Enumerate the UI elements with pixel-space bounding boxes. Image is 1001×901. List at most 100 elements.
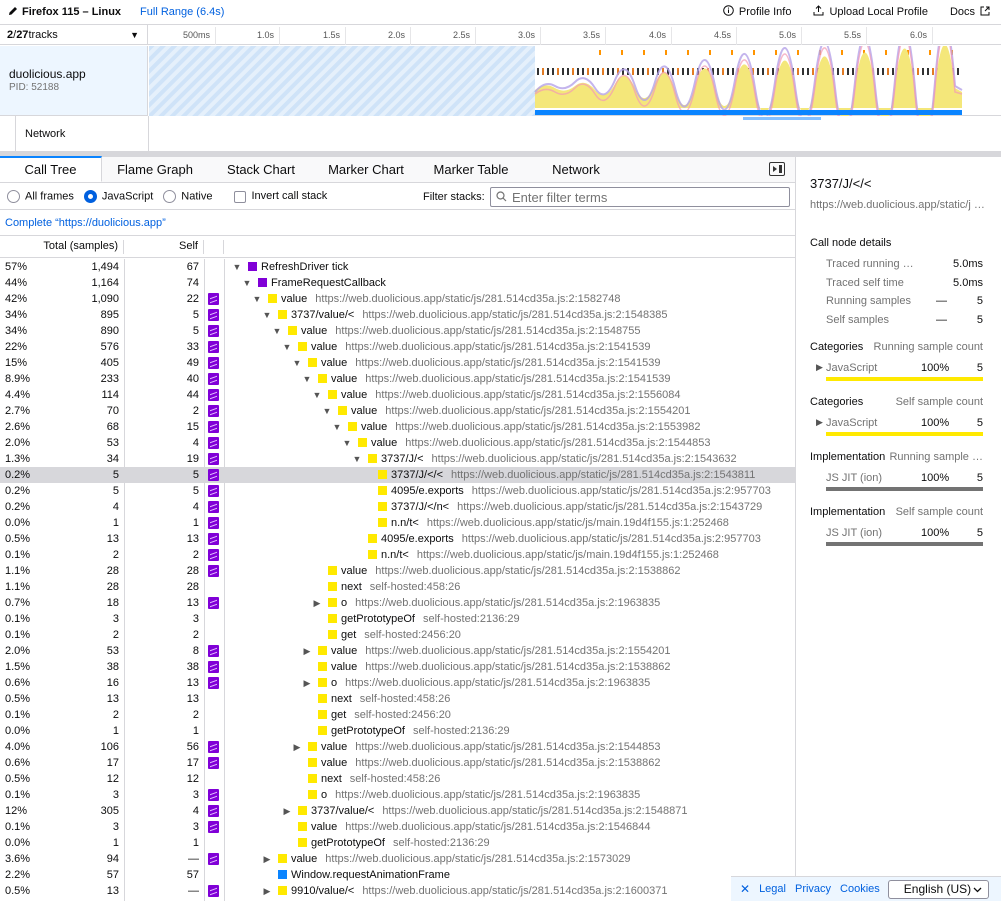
call-tree-row[interactable]: 0.1% 2 2 get self-hosted:2456:20 xyxy=(0,707,795,723)
call-tree-row[interactable]: 1.1% 28 28 next self-hosted:458:26 xyxy=(0,579,795,595)
call-tree-row[interactable]: 0.1% 2 2 get self-hosted:2456:20 xyxy=(0,627,795,643)
triangle-down-icon[interactable]: ▼ xyxy=(332,419,342,435)
track-count-button[interactable]: 2 / 27 tracks ▼ xyxy=(0,25,148,45)
invert-call-stack-checkbox[interactable] xyxy=(234,190,247,203)
call-tree-row[interactable]: 0.0% 1 1 getPrototypeOf self-hosted:2136:29 xyxy=(0,723,795,739)
triangle-right-icon[interactable]: ▶ xyxy=(302,643,312,659)
native-radio[interactable] xyxy=(163,190,177,203)
call-tree-row[interactable]: 0.1% 3 3 getPrototypeOf self-hosted:2136:29 xyxy=(0,611,795,627)
timeline-tick-line xyxy=(801,27,802,45)
call-tree-row[interactable]: 0.1% 2 2 n.n/t< https://web.duolicious.app/s… xyxy=(0,547,795,563)
triangle-down-icon[interactable]: ▼ xyxy=(312,387,322,403)
cookies-link[interactable]: Cookies xyxy=(840,883,880,895)
call-tree-row[interactable]: 0.2% 5 5 4095/e.exports https://web.duolicio… xyxy=(0,483,795,499)
process-activity-graph[interactable] xyxy=(149,23,1001,150)
tab-call-tree[interactable]: Call Tree xyxy=(0,156,102,182)
call-tree-row[interactable]: 0.5% 13 13 4095/e.exports https://web.duolic… xyxy=(0,531,795,547)
call-tree-row[interactable]: 42% 1,090 22 ▼ value https://web.duolicious.a… xyxy=(0,291,795,307)
call-tree-row[interactable]: 2.0% 53 8 ▶ value https://web.duolicious.app/… xyxy=(0,643,795,659)
triangle-right-icon[interactable]: ▶ xyxy=(282,803,292,819)
triangle-down-icon[interactable]: ▼ xyxy=(232,259,242,275)
tab-flame-graph[interactable]: Flame Graph xyxy=(102,156,208,182)
triangle-right-icon[interactable]: ▶ xyxy=(292,739,302,755)
triangle-down-icon[interactable]: ▼ xyxy=(272,323,282,339)
language-select[interactable]: English (US) xyxy=(887,879,989,899)
call-tree-row[interactable]: 3.6% 94 — ▶ value https://web.duolicious.app/… xyxy=(0,851,795,867)
call-tree-row[interactable]: 0.2% 5 5 3737/J/</< https://web.duolicious.a… xyxy=(0,467,795,483)
legal-link[interactable]: Legal xyxy=(759,883,786,895)
javascript-option[interactable]: JavaScript xyxy=(83,190,153,203)
call-tree-row[interactable]: 0.6% 16 13 ▶ o https://web.duolicious.app/sta… xyxy=(0,675,795,691)
call-tree-row[interactable]: 1.3% 34 19 ▼ 3737/J/< https://web.duolicious.… xyxy=(0,451,795,467)
full-range-breadcrumb[interactable]: Full Range (6.4s) xyxy=(140,6,224,18)
call-tree-row[interactable]: 2.7% 70 2 ▼ value https://web.duolicious.app/… xyxy=(0,403,795,419)
triangle-right-icon[interactable]: ▶ xyxy=(302,675,312,691)
call-tree-row[interactable]: 34% 890 5 ▼ value https://web.duolicious.app/… xyxy=(0,323,795,339)
call-tree-row[interactable]: 44% 1,164 74 ▼ FrameRequestCallback xyxy=(0,275,795,291)
call-tree-row[interactable]: 1.1% 28 28 value https://web.duolicious.app/… xyxy=(0,563,795,579)
timeline-tick-line xyxy=(215,27,216,45)
call-tree-row[interactable]: 0.0% 1 1 n.n/t< https://web.duolicious.app/s… xyxy=(0,515,795,531)
close-icon[interactable]: ✕ xyxy=(740,882,750,896)
call-tree-row[interactable]: 0.5% 13 13 next self-hosted:458:26 xyxy=(0,691,795,707)
all-frames-option[interactable]: All frames xyxy=(7,190,74,203)
call-tree-row[interactable]: 0.5% 12 12 next self-hosted:458:26 xyxy=(0,771,795,787)
call-tree-row[interactable]: 0.6% 17 17 value https://web.duolicious.app/… xyxy=(0,755,795,771)
call-tree-row[interactable]: 1.5% 38 38 value https://web.duolicious.app/… xyxy=(0,659,795,675)
call-tree-row[interactable]: 12% 305 4 ▶ 3737/value/< https://web.duolicio… xyxy=(0,803,795,819)
tab-network[interactable]: Network xyxy=(524,156,628,182)
process-track-label[interactable]: duolicious.app PID: 52188 xyxy=(0,46,148,116)
docs-button[interactable]: Docs xyxy=(939,0,1001,24)
triangle-right-icon[interactable]: ▶ xyxy=(262,883,272,899)
all-frames-radio[interactable] xyxy=(7,190,20,203)
call-tree-row[interactable]: 34% 895 5 ▼ 3737/value/< https://web.duolicio… xyxy=(0,307,795,323)
call-tree-row[interactable]: 15% 405 49 ▼ value https://web.duolicious.app… xyxy=(0,355,795,371)
total-percent: 15% xyxy=(5,357,28,369)
call-tree-row[interactable]: 57% 1,494 67 ▼ RefreshDriver tick xyxy=(0,259,795,275)
self-samples: 2 xyxy=(192,629,199,641)
call-tree-row[interactable]: 22% 576 33 ▼ value https://web.duolicious.app… xyxy=(0,339,795,355)
disclosure-triangle-icon[interactable]: ▶ xyxy=(816,417,823,428)
triangle-down-icon[interactable]: ▼ xyxy=(292,355,302,371)
filter-stacks-input[interactable]: Enter filter terms xyxy=(490,187,790,207)
privacy-link[interactable]: Privacy xyxy=(795,883,831,895)
tab-stack-chart[interactable]: Stack Chart xyxy=(208,156,314,182)
triangle-down-icon[interactable]: ▼ xyxy=(342,435,352,451)
call-tree-row[interactable]: 4.0% 106 56 ▶ value https://web.duolicious.ap… xyxy=(0,739,795,755)
call-tree-row[interactable]: 2.0% 53 4 ▼ value https://web.duolicious.app/… xyxy=(0,435,795,451)
call-tree-row[interactable]: 0.7% 18 13 ▶ o https://web.duolicious.app/sta… xyxy=(0,595,795,611)
profile-info-button[interactable]: Profile Info xyxy=(712,0,803,24)
category-swatch xyxy=(348,422,357,431)
call-tree-row[interactable]: 0.1% 3 3 value https://web.duolicious.app/st… xyxy=(0,819,795,835)
upload-button[interactable]: Upload Local Profile xyxy=(802,0,938,24)
category-swatch xyxy=(318,726,327,735)
profile-name-button[interactable]: Firefox 115 – Linux xyxy=(8,6,121,19)
call-tree-row[interactable]: 0.1% 3 3 o https://web.duolicious.app/static… xyxy=(0,787,795,803)
call-tree-body[interactable]: 57% 1,494 67 ▼ RefreshDriver tick 44% 1,164 74 ▼… xyxy=(0,259,795,901)
call-tree-row[interactable]: 2.6% 68 15 ▼ value https://web.duolicious.app… xyxy=(0,419,795,435)
transform-breadcrumb[interactable]: Complete “https://duolicious.app” xyxy=(0,210,795,236)
call-tree-row[interactable]: 0.5% 13 — ▶ 9910/value/< https://web.duolicio… xyxy=(0,883,795,899)
triangle-down-icon[interactable]: ▼ xyxy=(282,339,292,355)
call-tree-row[interactable]: 8.9% 233 40 ▼ value https://web.duolicious.ap… xyxy=(0,371,795,387)
native-option[interactable]: Native xyxy=(163,190,212,203)
triangle-down-icon[interactable]: ▼ xyxy=(322,403,332,419)
network-track-label[interactable]: Network xyxy=(15,116,149,152)
triangle-right-icon[interactable]: ▶ xyxy=(262,851,272,867)
sidebar-toggle-icon[interactable] xyxy=(769,162,785,176)
triangle-down-icon[interactable]: ▼ xyxy=(242,275,252,291)
triangle-down-icon[interactable]: ▼ xyxy=(302,371,312,387)
call-tree-row[interactable]: 4.4% 114 44 ▼ value https://web.duolicious.ap… xyxy=(0,387,795,403)
tab-marker-chart[interactable]: Marker Chart xyxy=(314,156,418,182)
call-tree-row[interactable]: 0.2% 4 4 3737/J/</n< https://web.duolicious.… xyxy=(0,499,795,515)
invert-call-stack-option[interactable]: Invert call stack xyxy=(234,190,327,203)
triangle-down-icon[interactable]: ▼ xyxy=(352,451,362,467)
call-tree-row[interactable]: 2.2% 57 57 Window.requestAnimationFrame xyxy=(0,867,795,883)
disclosure-triangle-icon[interactable]: ▶ xyxy=(816,362,823,373)
javascript-radio[interactable] xyxy=(83,190,97,203)
call-tree-row[interactable]: 0.0% 1 1 getPrototypeOf self-hosted:2136:29 xyxy=(0,835,795,851)
triangle-right-icon[interactable]: ▶ xyxy=(312,595,322,611)
tab-marker-table[interactable]: Marker Table xyxy=(418,156,524,182)
triangle-down-icon[interactable]: ▼ xyxy=(252,291,262,307)
triangle-down-icon[interactable]: ▼ xyxy=(262,307,272,323)
